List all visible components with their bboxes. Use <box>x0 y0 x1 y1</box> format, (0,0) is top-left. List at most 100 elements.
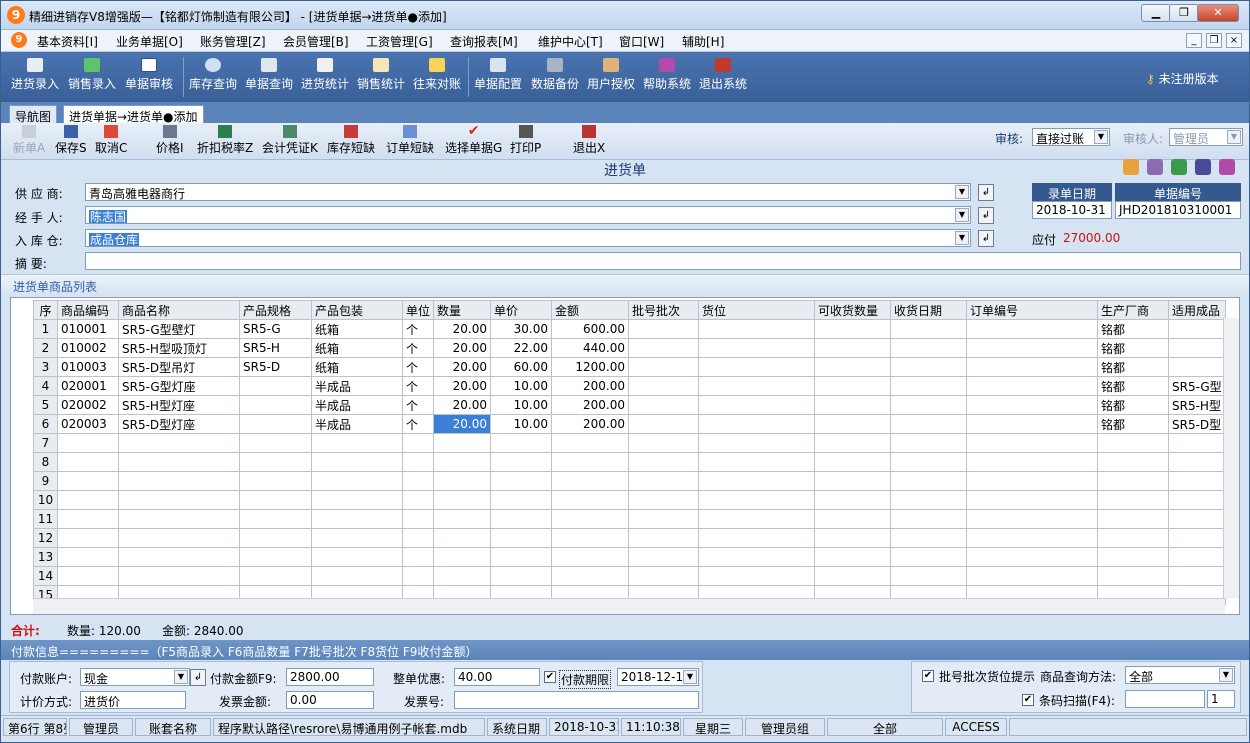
grid-cell[interactable] <box>814 338 892 358</box>
grid-cell[interactable] <box>490 566 553 586</box>
grid-cell[interactable] <box>890 566 968 586</box>
grid-cell[interactable] <box>814 547 892 567</box>
grid-cell[interactable] <box>966 338 1099 358</box>
supplier-lookup-button[interactable]: ↲ <box>978 184 994 201</box>
grid-cell[interactable] <box>401 509 435 529</box>
grid-cell[interactable] <box>239 509 312 529</box>
book-icon[interactable] <box>1219 159 1235 175</box>
query-method-select[interactable]: 全部 ▼ <box>1125 666 1235 684</box>
users-icon[interactable] <box>1147 159 1163 175</box>
grid-cell[interactable] <box>1168 452 1226 472</box>
grid-cell[interactable] <box>311 471 403 491</box>
grid-cell[interactable] <box>628 357 700 377</box>
grid-cell[interactable] <box>890 547 968 567</box>
grid-cell[interactable] <box>311 528 403 548</box>
grid-cell[interactable]: 20.00 <box>433 376 492 396</box>
grid-cell[interactable] <box>118 471 240 491</box>
grid-cell[interactable] <box>551 528 630 548</box>
grid-cell[interactable] <box>433 547 492 567</box>
table-row[interactable]: 7 <box>33 433 1226 453</box>
grid-cell[interactable] <box>551 547 630 567</box>
table-row[interactable]: 14 <box>33 566 1226 586</box>
menu-payroll[interactable]: 工资管理[G] <box>366 33 433 50</box>
grid-cell[interactable] <box>311 566 403 586</box>
grid-cell[interactable] <box>490 509 553 529</box>
grid-cell[interactable] <box>628 319 700 339</box>
grid-cell[interactable] <box>118 547 240 567</box>
grid-cell[interactable] <box>57 490 119 510</box>
grid-cell[interactable] <box>239 452 312 472</box>
grid-cell[interactable]: 铭都 <box>1097 338 1170 358</box>
help-button[interactable]: 帮助系统 <box>643 54 691 98</box>
grid-cell[interactable] <box>401 566 435 586</box>
price-button[interactable]: 价格I <box>156 125 184 156</box>
invoice-no-input[interactable] <box>454 691 699 709</box>
grid-cell[interactable] <box>966 319 1099 339</box>
term-checkbox[interactable]: ✔ <box>544 671 556 683</box>
grid-cell[interactable] <box>551 509 630 529</box>
grid-cell[interactable]: SR5-G型灯座 <box>118 376 240 396</box>
tab-purchase-add[interactable]: 进货单据→进货单●添加 <box>63 105 204 124</box>
user-auth-button[interactable]: 用户授权 <box>587 54 635 98</box>
column-header[interactable]: 数量 <box>433 300 492 320</box>
menu-reports[interactable]: 查询报表[M] <box>450 33 518 50</box>
grid-cell[interactable] <box>890 376 968 396</box>
balloon-icon[interactable] <box>1171 159 1187 175</box>
grid-cell[interactable] <box>1097 452 1170 472</box>
grid-cell[interactable] <box>551 566 630 586</box>
grid-cell[interactable]: 10.00 <box>490 395 553 415</box>
grid-cell[interactable] <box>1168 357 1226 377</box>
grid-cell[interactable] <box>890 509 968 529</box>
grid-cell[interactable]: 铭都 <box>1097 414 1170 434</box>
grid-cell[interactable]: SR5-H型 <box>1168 395 1226 415</box>
grid-cell[interactable] <box>698 566 816 586</box>
grid-cell[interactable] <box>239 376 312 396</box>
column-header[interactable]: 单价 <box>490 300 553 320</box>
grid-cell[interactable] <box>551 490 630 510</box>
column-header[interactable]: 商品名称 <box>118 300 240 320</box>
grid-cell[interactable] <box>628 471 700 491</box>
grid-cell[interactable] <box>57 452 119 472</box>
grid-cell[interactable]: 020001 <box>57 376 119 396</box>
grid-cell[interactable] <box>433 433 492 453</box>
grid-cell[interactable] <box>890 433 968 453</box>
grid-cell[interactable]: 半成品 <box>311 414 403 434</box>
grid-cell[interactable] <box>890 338 968 358</box>
grid-cell[interactable] <box>401 452 435 472</box>
grid-cell[interactable] <box>1168 319 1226 339</box>
grid-cell[interactable] <box>239 395 312 415</box>
docno-field[interactable]: JHD201810310001 <box>1115 201 1241 219</box>
menu-business[interactable]: 业务单据[O] <box>116 33 183 50</box>
date-field[interactable]: 2018-10-31 <box>1032 201 1112 219</box>
grid-cell[interactable] <box>118 490 240 510</box>
grid-cell[interactable] <box>311 490 403 510</box>
column-header[interactable]: 可收货数量 <box>814 300 892 320</box>
grid-cell[interactable]: SR5-G型壁灯 <box>118 319 240 339</box>
grid-cell[interactable] <box>551 433 630 453</box>
grid-cell[interactable] <box>814 490 892 510</box>
table-row[interactable]: 9 <box>33 471 1226 491</box>
grid-cell[interactable] <box>628 338 700 358</box>
grid-cell[interactable] <box>1168 547 1226 567</box>
grid-cell[interactable] <box>890 452 968 472</box>
menu-accounts[interactable]: 账务管理[Z] <box>200 33 266 50</box>
memo-input[interactable] <box>85 252 1241 270</box>
maximize-button[interactable]: ❐ <box>1169 4 1199 22</box>
grid-cell[interactable] <box>311 433 403 453</box>
column-header[interactable]: 序 <box>33 300 58 320</box>
grid-cell[interactable] <box>814 433 892 453</box>
table-row[interactable]: 5 020002 SR5-H型灯座 半成品个 20.00 10.00 200.00 铭都 SR5… <box>33 395 1226 415</box>
grid-cell[interactable] <box>57 566 119 586</box>
menu-window[interactable]: 窗口[W] <box>619 33 664 50</box>
grid-cell[interactable]: SR5-D型 <box>1168 414 1226 434</box>
grid-cell[interactable]: 600.00 <box>551 319 630 339</box>
grid-cell[interactable] <box>698 471 816 491</box>
audit-select[interactable]: 直接过账 ▼ <box>1032 128 1110 146</box>
sales-stats-button[interactable]: 销售统计 <box>357 54 405 98</box>
grid-cell[interactable] <box>628 509 700 529</box>
grid-cell[interactable] <box>628 414 700 434</box>
grid-cell[interactable] <box>628 490 700 510</box>
grid-cell[interactable] <box>239 528 312 548</box>
warehouse-select[interactable]: 成品仓库 ▼ <box>85 229 971 247</box>
grid-cell[interactable] <box>698 338 816 358</box>
